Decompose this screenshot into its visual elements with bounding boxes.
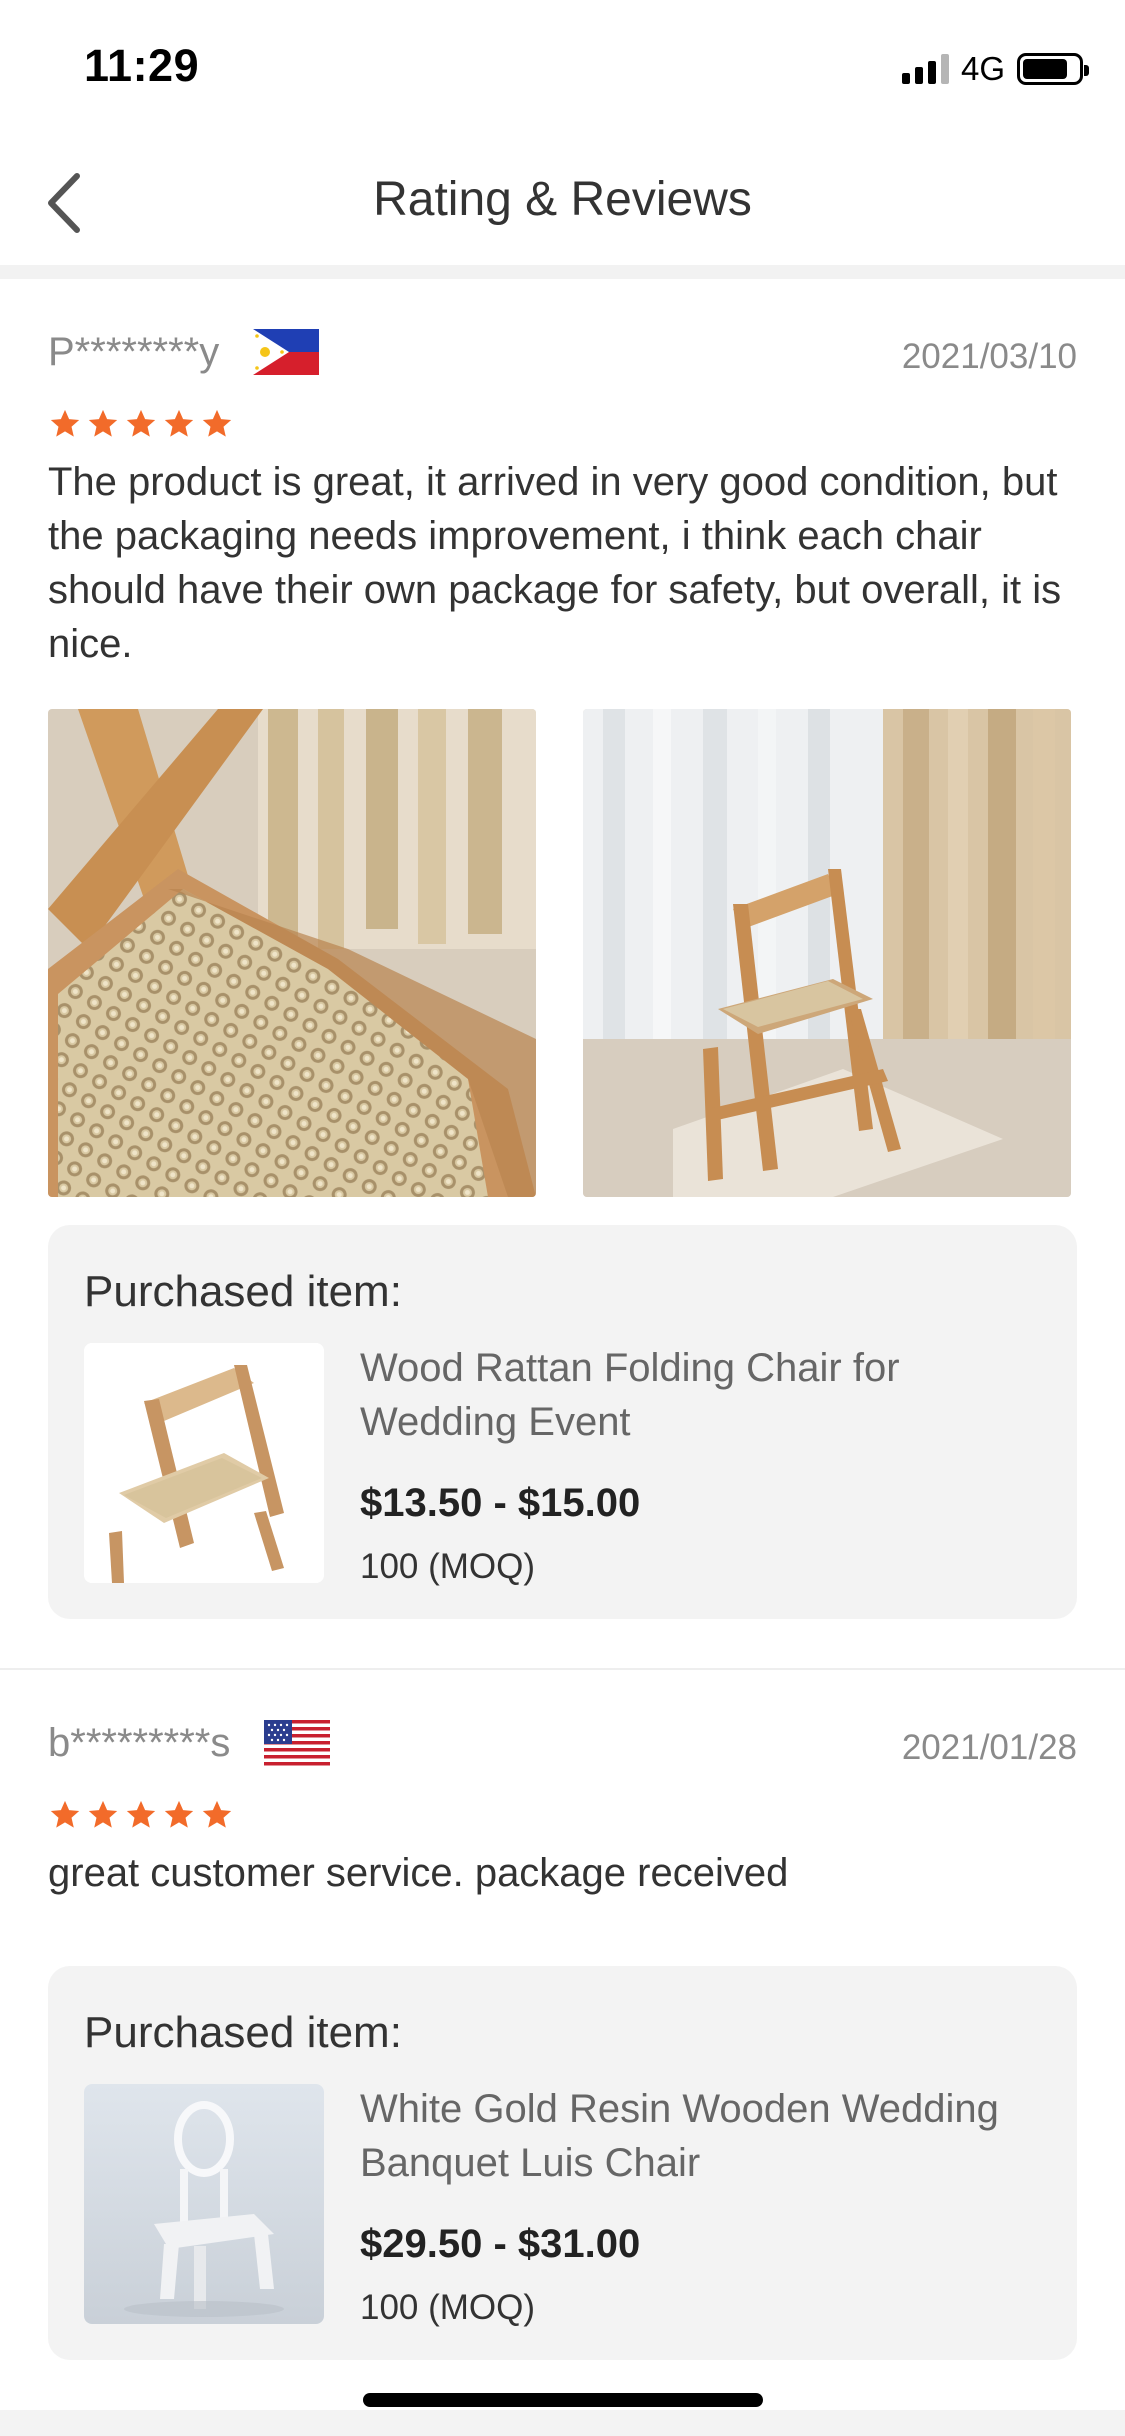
review-photo[interactable] [48,709,536,1197]
philippines-flag-icon [253,329,320,375]
signal-icon [901,54,949,84]
reviewer-name: b*********s [48,1720,231,1765]
review-photo[interactable] [583,709,1071,1197]
review-header: b*********s 2021/01/28 [48,1720,1077,1780]
review-header: P********y 2021/03/10 [48,329,1077,389]
star-icon [48,1798,82,1832]
product-name: Wood Rattan Folding Chair for Wedding Ev… [360,1346,900,1444]
review-text: The product is great, it arrived in very… [48,460,1062,666]
bottom-strip [0,2410,1125,2436]
purchased-item-label: Purchased item: [84,1267,402,1316]
product-thumbnail [84,1343,324,1583]
star-icon [162,1798,196,1832]
navbar: Rating & Reviews [0,140,1125,265]
product-moq: 100 (MOQ) [360,1547,536,1586]
divider [0,265,1125,279]
star-icon [124,407,158,441]
reviewer: P********y [48,329,320,375]
review-text: great customer service. package received [48,1851,789,1895]
star-icon [86,1798,120,1832]
product-moq: 100 (MOQ) [360,2288,536,2327]
star-icon [200,1798,234,1832]
status-indicators: 4G [901,50,1089,88]
star-icon [200,407,234,441]
star-icon [162,407,196,441]
usa-flag-icon [264,1720,331,1766]
star-icon [124,1798,158,1832]
rating-stars [48,407,234,441]
star-icon [48,407,82,441]
star-icon [86,407,120,441]
reviewer-name: P********y [48,329,220,374]
purchased-item-card[interactable]: Purchased item: Wood Rattan Folding Chai… [48,1225,1077,1619]
rating-stars [48,1798,234,1832]
page-title: Rating & Reviews [373,173,752,226]
divider [0,1668,1125,1670]
review-date: 2021/01/28 [901,1728,1077,1767]
home-indicator[interactable] [363,2393,763,2407]
status-bar: 11:29 4G [0,0,1125,140]
purchased-item-card[interactable]: Purchased item: White Gold Resin Wooden … [48,1966,1077,2360]
review-date: 2021/03/10 [901,337,1077,376]
reviewer: b*********s [48,1720,331,1766]
network-label: 4G [960,50,1005,87]
product-name: White Gold Resin Wooden Wedding Banquet … [360,2087,999,2185]
status-time: 11:29 [84,40,200,91]
battery-icon [1017,53,1089,85]
product-thumbnail [84,2084,324,2324]
product-price: $13.50 - $15.00 [360,1481,641,1525]
purchased-item-label: Purchased item: [84,2008,402,2057]
product-price: $29.50 - $31.00 [360,2222,641,2266]
